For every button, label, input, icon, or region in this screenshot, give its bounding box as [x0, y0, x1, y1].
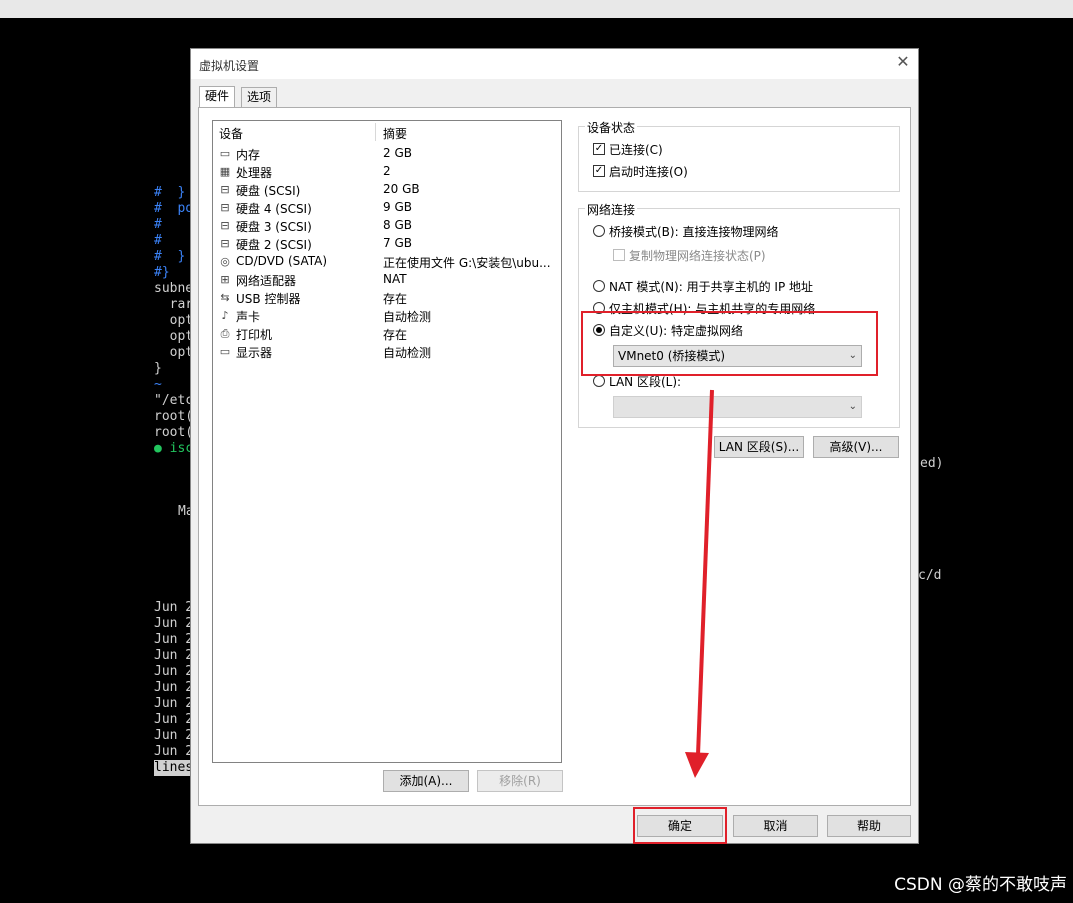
arrow-shaft — [696, 389, 714, 756]
arrow-head — [685, 752, 709, 778]
watermark: CSDN @蔡的不敢吱声 — [894, 875, 1067, 895]
annotation-arrow — [685, 389, 714, 778]
